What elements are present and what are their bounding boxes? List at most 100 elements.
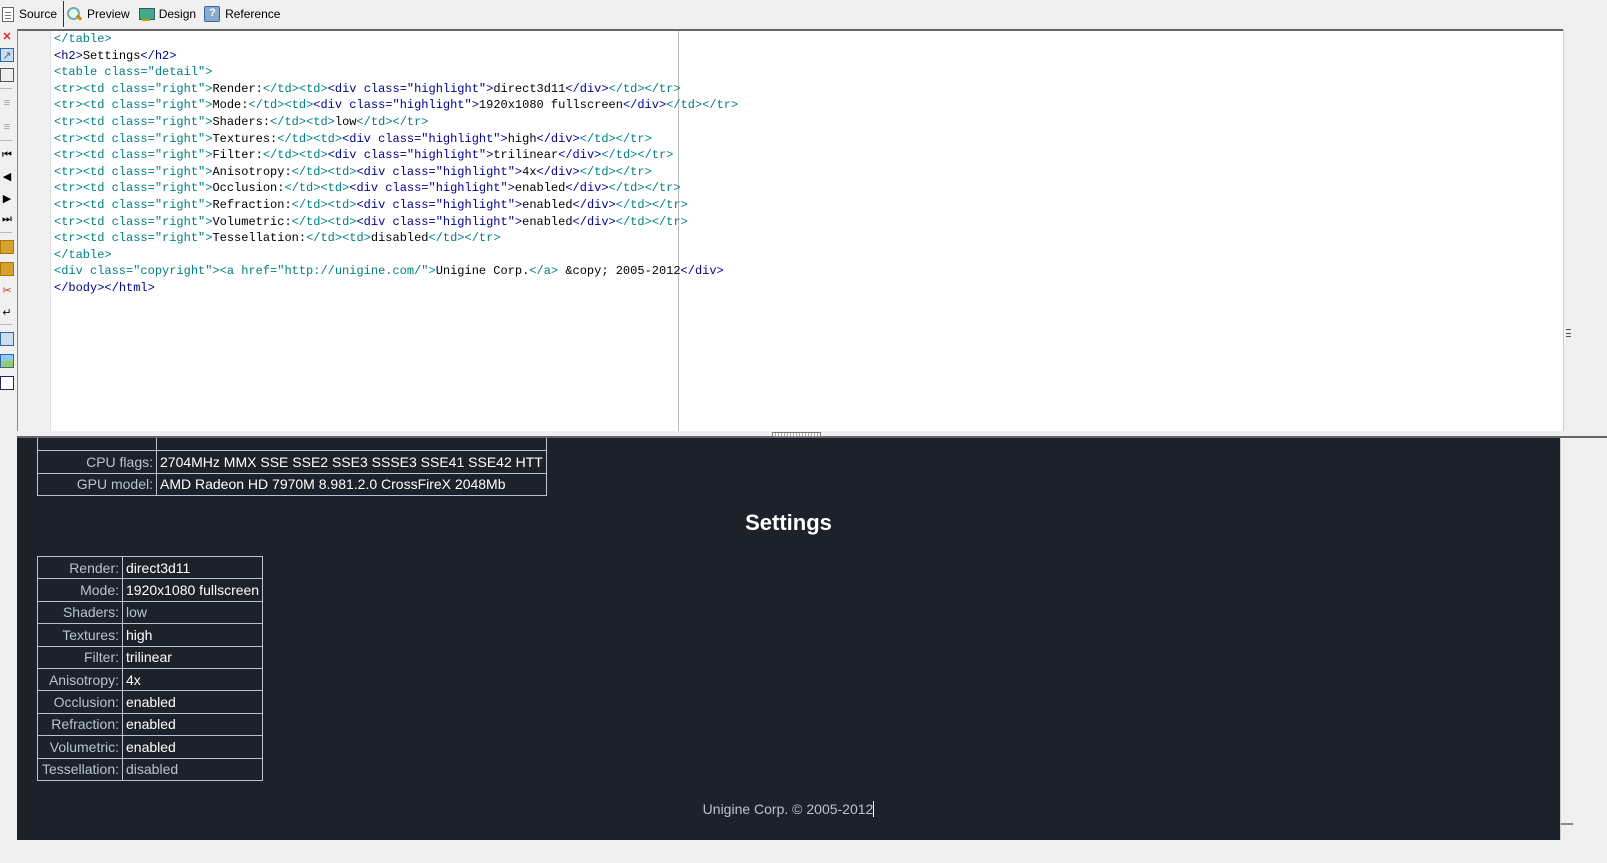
table-row: Tessellation: disabled (37, 757, 264, 781)
scrollbar-grip-icon[interactable] (1566, 329, 1571, 337)
code-line[interactable]: </body></html> (54, 280, 738, 297)
table-row: Filter: trilinear (37, 645, 264, 669)
magnifier-icon (66, 6, 82, 22)
pane-splitter[interactable] (17, 431, 1607, 438)
setting-label: Filter: (37, 645, 123, 669)
table-row: CPU flags: 2704MHz MMX SSE SSE2 SSE3 SSS… (37, 450, 547, 474)
info-label: GPU model: (37, 472, 157, 497)
tab-source-label: Source (19, 7, 58, 21)
editor-gutter (18, 31, 51, 431)
windows-icon[interactable] (0, 68, 14, 82)
settings-table: Render: direct3d11 Mode: 1920x1080 fullscre… (37, 555, 264, 781)
code-line[interactable]: <tr><td class="right">Render:</td><td><d… (54, 81, 738, 98)
view-tabbar: Source Preview Design Reference (0, 0, 1607, 28)
tab-preview[interactable]: Preview (64, 1, 136, 27)
table-row: Render: direct3d11 (37, 555, 264, 580)
code-line[interactable]: </table> (54, 247, 738, 264)
word-wrap-icon[interactable]: ↵ (0, 306, 14, 320)
preview-vertical-scrollbar[interactable] (1560, 438, 1573, 840)
close-icon[interactable]: ✕ (0, 30, 14, 44)
code-line[interactable]: <tr><td class="right">Volumetric:</td><t… (54, 214, 738, 231)
layout-icon[interactable] (0, 354, 14, 368)
first-icon[interactable]: ⏮ (0, 148, 14, 162)
tab-design-label: Design (158, 7, 197, 21)
setting-value: enabled (121, 712, 264, 737)
code-line[interactable]: <tr><td class="right">Mode:</td><td><div… (54, 97, 738, 114)
setting-label: Refraction: (37, 712, 123, 737)
setting-label: Shaders: (37, 600, 123, 625)
code-line[interactable]: <tr><td class="right">Textures:</td><td>… (54, 131, 738, 148)
toolbar-separator (0, 232, 12, 233)
setting-label: Render: (37, 555, 123, 580)
tab-reference-label: Reference (225, 7, 281, 21)
code-line[interactable]: <tr><td class="right">Refraction:</td><t… (54, 197, 738, 214)
setting-value: 4x (121, 667, 264, 692)
splitter-handle[interactable] (772, 432, 821, 437)
next-icon[interactable]: ▶ (0, 192, 14, 206)
setting-label: Textures: (37, 623, 123, 647)
tools-icon[interactable]: ✂ (0, 284, 14, 298)
code-line[interactable]: <div class="copyright"><a href="http://u… (54, 263, 738, 280)
table-row: Mode: 1920x1080 fullscreen (37, 578, 264, 602)
dotted-box-icon[interactable] (0, 376, 14, 390)
table-row: GPU model: AMD Radeon HD 7970M 8.981.2.0… (37, 472, 547, 497)
compare-icon[interactable] (0, 332, 14, 346)
setting-label: Volumetric: (37, 735, 123, 759)
open-external-icon[interactable]: ↗ (0, 48, 14, 62)
setting-label: Anisotropy: (37, 667, 123, 692)
setting-value: disabled (121, 757, 264, 781)
scrollbar-thumb[interactable] (1561, 823, 1573, 840)
code-line[interactable]: <tr><td class="right">Tessellation:</td>… (54, 230, 738, 247)
editor-vertical-scrollbar[interactable] (1563, 29, 1573, 431)
tab-reference[interactable]: Reference (202, 1, 286, 27)
code-line[interactable]: <table class="detail"> (54, 64, 738, 81)
table-row: Anisotropy: 4x (37, 667, 264, 692)
table-row: Volumetric: enabled (37, 735, 264, 759)
tab-preview-label: Preview (87, 7, 130, 21)
info-label: CPU flags: (37, 450, 157, 474)
text-caret (873, 801, 875, 817)
table-row: Refraction: enabled (37, 712, 264, 737)
tab-source[interactable]: Source (0, 1, 65, 27)
setting-label: Occlusion: (37, 690, 123, 714)
setting-value: high (121, 623, 264, 647)
setting-label: Tessellation: (37, 757, 123, 781)
settings-heading: Settings (745, 510, 832, 535)
add-folder-icon[interactable] (0, 240, 14, 254)
last-icon[interactable]: ⏭ (0, 212, 14, 226)
setting-value: trilinear (121, 645, 264, 669)
unigine-link[interactable]: Unigine Corp. (703, 801, 789, 817)
outdent-icon[interactable]: ≡ (0, 120, 14, 134)
monitor-icon (138, 6, 155, 22)
setting-value: enabled (121, 735, 264, 759)
source-editor[interactable]: </table> <h2>Settings</h2> <table class="d… (17, 29, 1563, 431)
toolbar-separator (0, 324, 12, 325)
code-line[interactable]: </table> (54, 31, 738, 48)
code-line[interactable]: <tr><td class="right">Filter:</td><td><d… (54, 147, 738, 164)
code-line[interactable]: <tr><td class="right">Occlusion:</td><td… (54, 180, 738, 197)
code-line[interactable]: <tr><td class="right">Shaders:</td><td>l… (54, 114, 738, 131)
help-book-icon (204, 6, 221, 22)
setting-value: direct3d11 (121, 555, 264, 580)
setting-label: Mode: (37, 578, 123, 602)
export-folder-icon[interactable] (0, 262, 14, 276)
left-toolbar: ✕ ↗ ≡ ≡ ⏮ ◀ ▶ ⏭ ✂ ↵ (0, 28, 16, 863)
setting-value: enabled (121, 690, 264, 714)
copyright-text: © 2005-2012 (788, 801, 874, 817)
setting-value: 1920x1080 fullscreen (121, 578, 264, 602)
code-content[interactable]: </table> <h2>Settings</h2> <table class="d… (54, 31, 738, 297)
table-row: Occlusion: enabled (37, 690, 264, 714)
code-line[interactable]: <tr><td class="right">Anisotropy:</td><t… (54, 164, 738, 181)
system-info-table: CPU flags: 2704MHz MMX SSE SSE2 SSE3 SSS… (37, 438, 547, 497)
info-value: AMD Radeon HD 7970M 8.981.2.0 CrossFireX… (156, 472, 547, 497)
code-line[interactable]: <h2>Settings</h2> (54, 48, 738, 65)
indent-icon[interactable]: ≡ (0, 96, 14, 110)
previous-icon[interactable]: ◀ (0, 170, 14, 184)
source-page-icon (2, 6, 14, 22)
setting-value: low (121, 600, 264, 625)
table-row: Shaders: low (37, 600, 264, 625)
table-row: Textures: high (37, 623, 264, 647)
tab-design[interactable]: Design (136, 1, 202, 27)
table-row (37, 438, 547, 452)
toolbar-separator (0, 88, 12, 89)
